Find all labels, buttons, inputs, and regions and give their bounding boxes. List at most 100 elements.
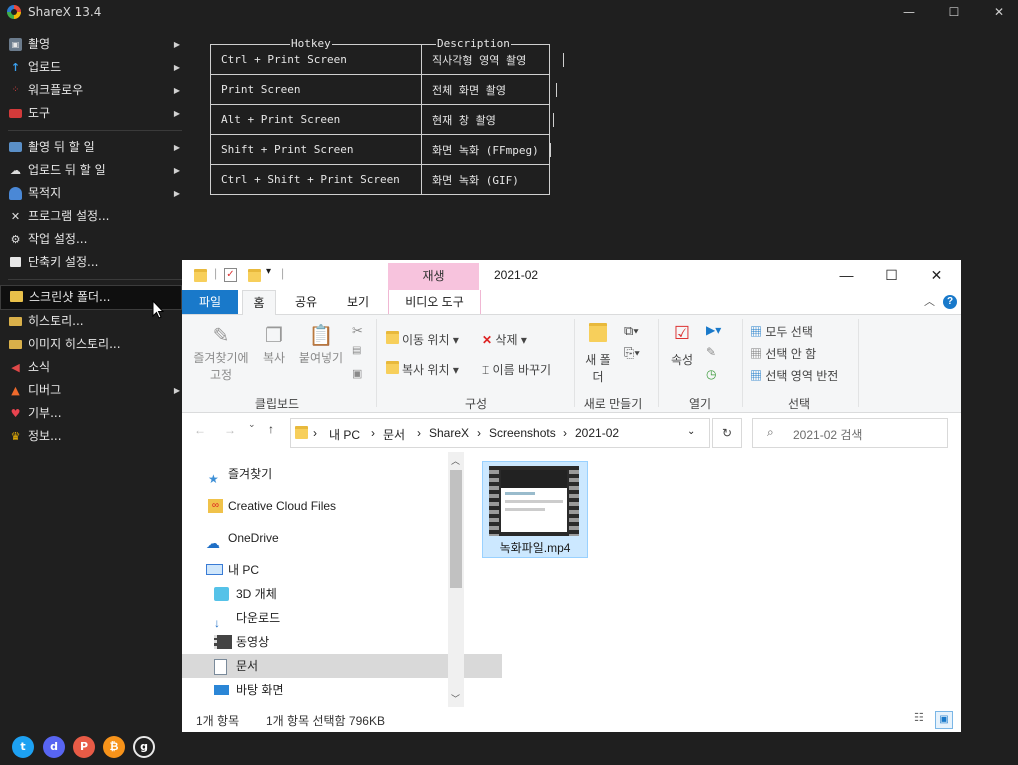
cloud-upload-icon: ☁	[10, 164, 21, 177]
recent-locations-icon[interactable]: ⌄	[248, 419, 256, 430]
menu-item-donate[interactable]: ♥ 기부...	[0, 402, 182, 425]
large-icons-view-icon[interactable]: ▣	[935, 711, 953, 729]
folder-icon	[295, 426, 308, 439]
description-header: Description	[436, 37, 511, 50]
explorer-close-button[interactable]: ✕	[914, 260, 959, 290]
pin-quick-access-button[interactable]: ✎ 즐겨찾기에 고정	[188, 323, 254, 383]
tab-share[interactable]: 공유	[288, 290, 324, 314]
easy-access-icon[interactable]: ⎘▾	[624, 345, 640, 361]
breadcrumb-2021-02[interactable]: 2021-02	[575, 426, 619, 440]
new-item-icon[interactable]: ⧉▾	[624, 323, 639, 339]
properties-check-icon[interactable]: ✓	[224, 268, 237, 282]
group-select-label: 선택	[787, 397, 811, 411]
table-border-fragment	[550, 143, 551, 157]
hotkey-description: 화면 녹화 (FFmpeg)	[421, 134, 550, 165]
menu-item-app-settings[interactable]: ✕ 프로그램 설정...	[0, 205, 182, 228]
tab-home[interactable]: 홈	[242, 290, 276, 315]
address-bar-row: ← → ⌄ ↑ › 내 PC › 문서 › ShareX › Screensho…	[182, 413, 961, 451]
menu-item-task-settings[interactable]: ⚙ 작업 설정...	[0, 228, 182, 251]
address-dropdown-icon[interactable]: ⌄	[687, 426, 695, 437]
edit-icon[interactable]: ✎	[706, 345, 716, 359]
move-to-button[interactable]: 이동 위치 ▾	[386, 331, 459, 348]
scroll-up-icon[interactable]: ︿	[451, 454, 460, 467]
tab-video-tools[interactable]: 비디오 도구	[388, 290, 481, 314]
menu-item-upload[interactable]: ↑ 업로드 ▶	[0, 56, 182, 79]
menu-item-image-history[interactable]: 이미지 히스토리...	[0, 333, 182, 356]
menu-item-after-capture[interactable]: 촬영 뒤 할 일 ▶	[0, 136, 182, 159]
open-icon[interactable]: ▶▾	[706, 323, 721, 337]
tab-view[interactable]: 보기	[340, 290, 376, 314]
search-input[interactable]: ⌕ 2021-02 검색	[752, 418, 948, 448]
document-icon	[214, 659, 227, 675]
delete-button[interactable]: ✕ 삭제 ▾	[482, 331, 527, 348]
copy-to-button[interactable]: 복사 위치 ▾	[386, 361, 459, 378]
pin-icon: ✎	[212, 325, 230, 347]
new-folder-button[interactable]: 새 폴더	[582, 323, 614, 385]
gear-icon: ⚙	[10, 233, 21, 246]
scroll-down-icon[interactable]: ﹀	[451, 692, 460, 705]
twitter-icon[interactable]: t	[12, 736, 34, 758]
cut-icon[interactable]: ✂	[352, 323, 363, 339]
ribbon-home: ✎ 즐겨찾기에 고정 ❐ 복사 📋 붙여넣기 ✂ ▤ ▣ 클립보드 이동 위치 …	[182, 315, 961, 413]
menu-item-about[interactable]: ♛ 정보...	[0, 425, 182, 448]
history-clock-icon[interactable]: ◷	[706, 367, 716, 381]
submenu-arrow-icon: ▶	[173, 86, 180, 95]
menu-item-after-upload[interactable]: ☁ 업로드 뒤 할 일 ▶	[0, 159, 182, 182]
menu-item-debug[interactable]: ▲ 디버그 ▶	[0, 379, 182, 402]
copy-button[interactable]: ❐ 복사	[258, 323, 290, 366]
copy-path-icon[interactable]: ▤	[352, 345, 361, 356]
hotkey-row: Ctrl + Shift + Print Screen 화면 녹화 (GIF)	[210, 164, 550, 195]
tab-file[interactable]: 파일	[182, 290, 238, 314]
explorer-minimize-button[interactable]: —	[824, 260, 869, 290]
menu-item-workflow[interactable]: ⁘ 워크플로우 ▶	[0, 79, 182, 102]
film-strip-icon	[569, 466, 579, 536]
explorer-maximize-button[interactable]: ☐	[869, 260, 914, 290]
maximize-button[interactable]: ☐	[931, 0, 977, 24]
breadcrumb-sharex[interactable]: ShareX	[429, 426, 469, 440]
minimize-button[interactable]: —	[886, 0, 932, 24]
file-item[interactable]: 녹화파일.mp4	[482, 461, 588, 558]
collapse-ribbon-icon[interactable]: ︿	[924, 293, 935, 309]
bitcoin-icon[interactable]: ₿	[103, 736, 125, 758]
forward-icon[interactable]: →	[224, 423, 236, 437]
select-none-button[interactable]: ▦ 선택 안 함	[750, 345, 816, 362]
paste-button[interactable]: 📋 붙여넣기	[294, 323, 348, 366]
up-icon[interactable]: ↑	[268, 422, 274, 436]
back-icon[interactable]: ←	[194, 423, 206, 437]
new-folder-icon[interactable]	[248, 269, 261, 282]
github-icon[interactable]: g	[133, 736, 155, 758]
rename-button[interactable]: ⌶ 이름 바꾸기	[482, 361, 551, 378]
discord-icon[interactable]: d	[43, 736, 65, 758]
scrollbar-thumb[interactable]	[450, 470, 462, 588]
nav-scrollbar[interactable]: ︿ ﹀	[448, 452, 464, 707]
patreon-icon[interactable]: P	[73, 736, 95, 758]
submenu-arrow-icon: ▶	[173, 63, 180, 72]
details-view-icon[interactable]: ☷	[914, 711, 924, 724]
properties-button[interactable]: ☑ 속성	[666, 323, 698, 368]
paste-shortcut-icon[interactable]: ▣	[352, 367, 362, 380]
file-name: 녹화파일.mp4	[499, 541, 571, 555]
breadcrumb-my-pc[interactable]: 내 PC	[329, 426, 360, 443]
star-icon: ★	[208, 472, 219, 486]
help-icon[interactable]: ?	[943, 295, 957, 309]
ribbon-tabs: 파일 홈 공유 보기 비디오 도구 ︿ ?	[182, 290, 961, 315]
new-folder-icon	[582, 323, 614, 351]
film-strip-icon	[489, 466, 499, 536]
navigation-pane: ★ 즐겨찾기 ∞ Creative Cloud Files ☁ OneDrive 내 …	[182, 452, 502, 707]
sharex-main-menu: ▣ 촬영 ▶ ↑ 업로드 ▶ ⁘ 워크플로우 ▶ 도구 ▶ 촬영 뒤 할 일 ▶ ☁ 업로드 뒤 …	[0, 33, 182, 448]
refresh-icon[interactable]: ↻	[712, 418, 742, 448]
status-item-count: 1개 항목	[196, 714, 240, 728]
customize-toolbar-icon[interactable]: ▾	[266, 266, 271, 277]
menu-item-destinations[interactable]: 목적지 ▶	[0, 182, 182, 205]
address-bar[interactable]: › 내 PC › 문서 › ShareX › Screenshots › 202…	[290, 418, 710, 448]
menu-item-news[interactable]: ◀ 소식	[0, 356, 182, 379]
hotkey-description: 전체 화면 촬영	[421, 74, 550, 105]
menu-item-hotkey-settings[interactable]: 단축키 설정...	[0, 251, 182, 274]
menu-item-tools[interactable]: 도구 ▶	[0, 102, 182, 125]
menu-item-capture[interactable]: ▣ 촬영 ▶	[0, 33, 182, 56]
breadcrumb-screenshots[interactable]: Screenshots	[489, 426, 556, 440]
breadcrumb-documents[interactable]: 문서	[383, 426, 405, 443]
close-button[interactable]: ✕	[976, 0, 1018, 24]
invert-selection-button[interactable]: ▦ 선택 영역 반전	[750, 367, 838, 384]
select-all-button[interactable]: ▦ 모두 선택	[750, 323, 813, 340]
